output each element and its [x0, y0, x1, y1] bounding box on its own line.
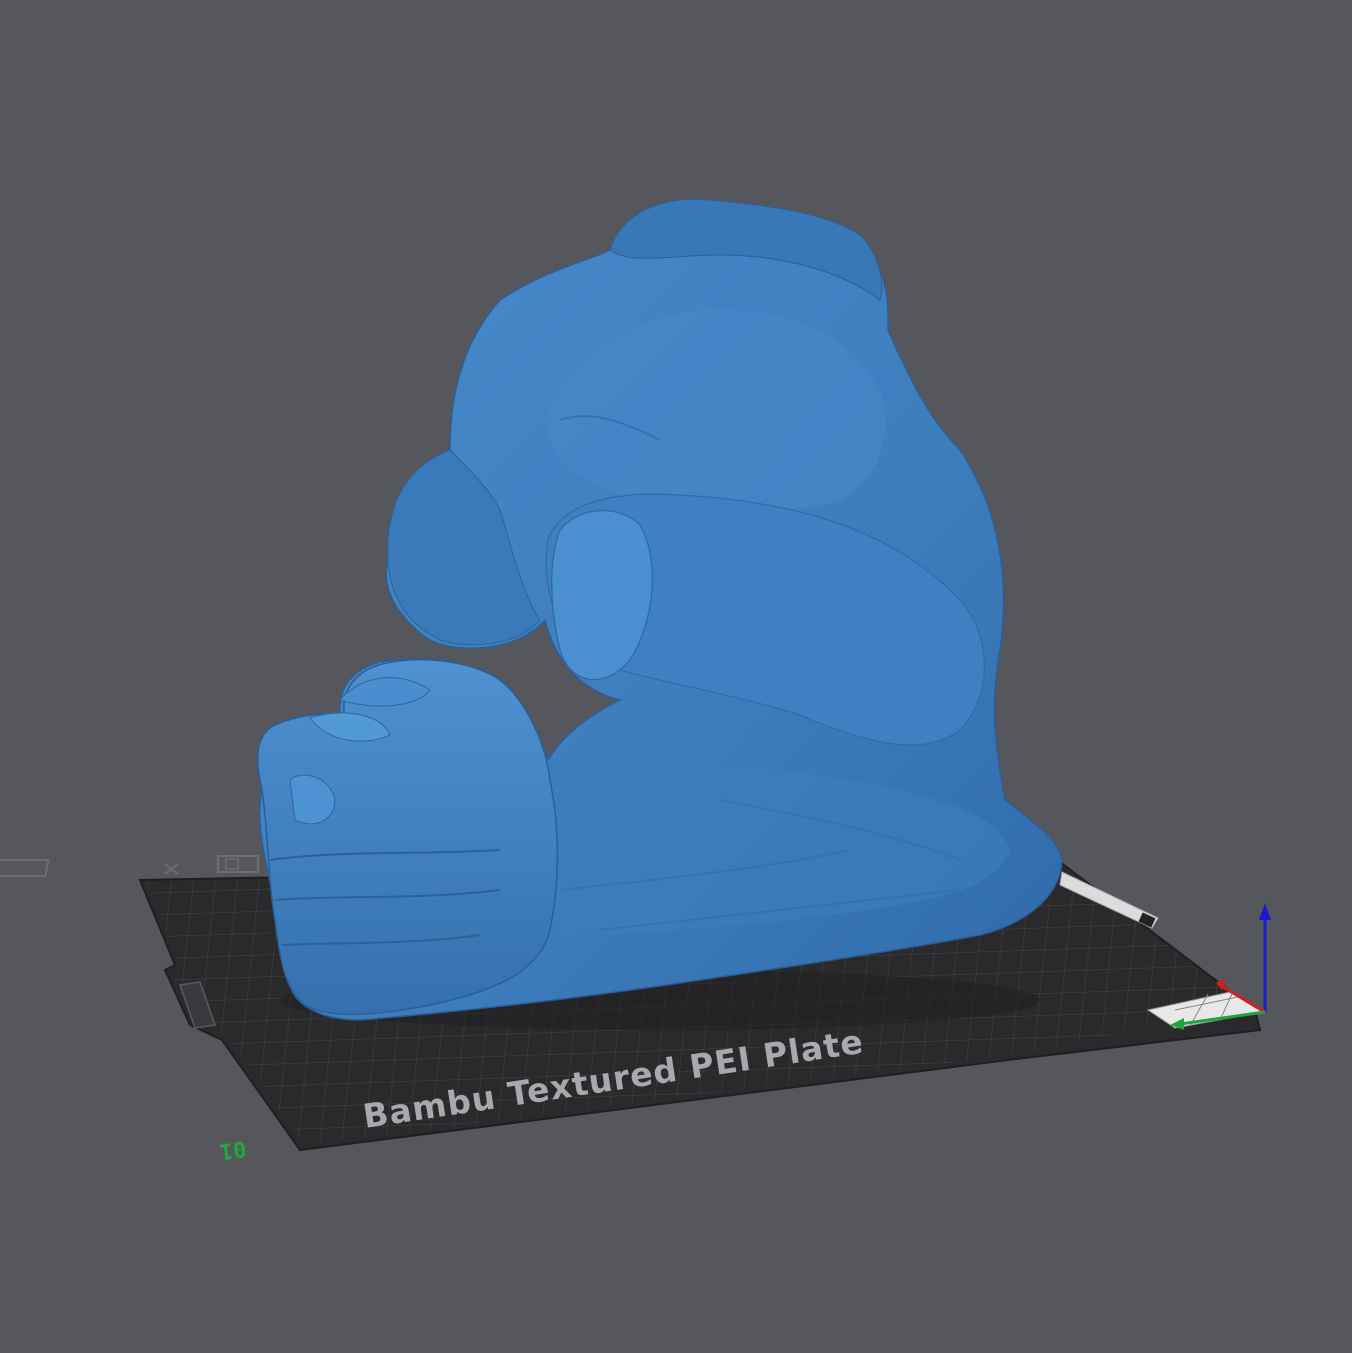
arrange-plate-icon[interactable]	[217, 855, 259, 873]
z-axis-arrow	[1259, 903, 1271, 920]
model-object[interactable]	[257, 198, 1063, 1030]
scene-canvas[interactable]: Bambu Textured PEI Plate 01	[0, 0, 1352, 1353]
plate-number: 01	[218, 1135, 248, 1163]
close-plate-icon[interactable]	[0, 859, 179, 877]
plate-icons[interactable]	[0, 855, 259, 877]
3d-viewport[interactable]: Bambu Textured PEI Plate 01	[0, 0, 1352, 1353]
